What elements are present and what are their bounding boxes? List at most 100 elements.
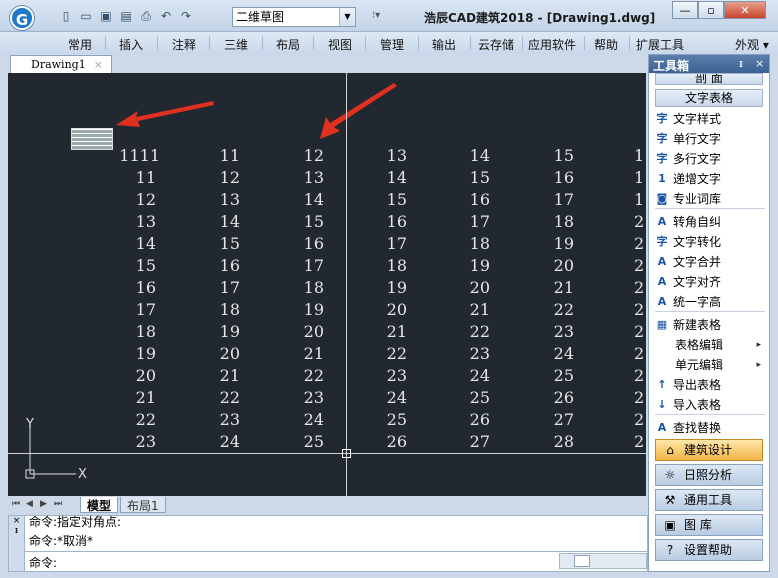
tab-drawing1[interactable]: Drawing1 × xyxy=(10,55,112,74)
toolbox-item[interactable]: ▦ 新建表格 xyxy=(655,315,765,335)
grid-cell: 11 xyxy=(135,168,156,187)
command-window-handle[interactable]: × ᵻ xyxy=(9,516,25,571)
toolbox-item[interactable]: 字单行文字 xyxy=(655,129,765,149)
grid-cell: 20 xyxy=(303,322,324,341)
menu-item-output[interactable]: 输出 xyxy=(432,36,456,53)
grid-cell: 2 xyxy=(634,366,645,385)
grid-cell: 24 xyxy=(303,410,324,429)
toolbox-item-label: 文字转化 xyxy=(673,235,722,249)
grid-cell: 18 xyxy=(553,212,574,231)
grid-cell: 2 xyxy=(634,234,645,253)
grid-cell: 16 xyxy=(386,212,407,231)
close-icon[interactable]: × xyxy=(755,57,764,70)
menu-item-help[interactable]: 帮助 xyxy=(594,36,618,53)
grid-cell: 23 xyxy=(303,388,324,407)
undo-icon[interactable]: ↶ xyxy=(158,8,174,24)
app-window: { "app": { "logo_letter": "G", "title": … xyxy=(0,0,778,578)
app-logo-icon[interactable]: G xyxy=(10,6,34,30)
last-layout-icon[interactable]: ⏭ xyxy=(54,499,62,509)
toolbox-item[interactable]: ↑ 导出表格 xyxy=(655,375,765,395)
new-file-icon[interactable]: ▯ xyxy=(58,8,74,24)
title-bar: G ▯ ▭ ▣ ▤ ⎙ ↶ ↷ 二维草图 ▼ ⁝▾ 浩辰CAD建筑2018 - … xyxy=(0,0,778,32)
sun-icon: ☼ xyxy=(664,468,676,482)
toolbox-item[interactable]: ◙ 专业词库 xyxy=(655,189,765,209)
cell-corner: 1111 xyxy=(119,146,160,165)
toolbox-item[interactable]: A 文字对齐 xyxy=(655,272,765,292)
category-button[interactable]: ☼ 日照分析 xyxy=(655,464,763,486)
drawing-canvas[interactable]: 1111 11 12 13 14 15 16 17 18 19 20 21 22 23 11 12 13 14 1… xyxy=(8,73,646,496)
grid-cell: 23 xyxy=(553,322,574,341)
toolbox-item[interactable]: A 文字合并 xyxy=(655,252,765,272)
tab-model[interactable]: 模型 xyxy=(80,497,119,513)
toolbox-item[interactable]: 字文字转化 xyxy=(655,232,765,252)
glossary-icon: ◙ xyxy=(656,192,668,205)
scroll-thumb[interactable] xyxy=(574,555,590,567)
open-file-icon[interactable]: ▭ xyxy=(78,8,94,24)
toolbox-item[interactable]: A 转角自纠 xyxy=(655,212,765,232)
appearance-menu[interactable]: 外观 ▾ xyxy=(735,36,769,53)
pin-icon[interactable]: ᵻ xyxy=(739,57,743,70)
grid-cell: 15 xyxy=(553,146,574,165)
workspace-select[interactable]: 二维草图 ▼ xyxy=(232,7,356,27)
menu-item-manage[interactable]: 管理 xyxy=(380,36,404,53)
category-button[interactable]: ⚒ 通用工具 xyxy=(655,489,763,511)
prev-layout-icon[interactable]: ◀ xyxy=(26,499,33,509)
menu-item-view[interactable]: 视图 xyxy=(328,36,352,53)
maximize-button[interactable]: ▫ xyxy=(698,1,724,19)
category-button[interactable]: ⌂ 建筑设计 xyxy=(655,439,763,461)
section-current[interactable]: 文字表格 xyxy=(655,89,763,107)
toolbox-item-label: 文字合并 xyxy=(673,255,722,269)
grid-cell: 2 xyxy=(634,256,645,275)
menu-item-annotate[interactable]: 注释 xyxy=(172,36,196,53)
toolbox-item[interactable]: 表格编辑 ▸ xyxy=(655,335,765,355)
next-layout-icon[interactable]: ▶ xyxy=(40,499,47,509)
window-title: 浩辰CAD建筑2018 - [Drawing1.dwg] xyxy=(424,11,656,25)
toolbox-item[interactable]: ↓ 导入表格 xyxy=(655,395,765,415)
save-as-icon[interactable]: ▤ xyxy=(118,8,134,24)
category-button[interactable]: ? 设置帮助 xyxy=(655,539,763,561)
redo-icon[interactable]: ↷ xyxy=(178,8,194,24)
grid-cell: 20 xyxy=(219,344,240,363)
qat-customize-icon[interactable]: ⁝▾ xyxy=(372,10,380,21)
chevron-right-icon: ▸ xyxy=(756,360,761,370)
grid-cell: 20 xyxy=(469,278,490,297)
menu-item-insert[interactable]: 插入 xyxy=(119,36,143,53)
command-scrollbar[interactable] xyxy=(559,553,647,569)
toolbox-item-label: 多行文字 xyxy=(673,152,722,166)
grid-cell: 22 xyxy=(553,300,574,319)
menu-item-home[interactable]: 常用 xyxy=(68,36,92,53)
save-icon[interactable]: ▣ xyxy=(98,8,114,24)
grid-cell: 23 xyxy=(135,432,156,451)
close-icon[interactable]: × xyxy=(94,58,103,71)
command-input[interactable]: 命令: xyxy=(25,551,647,571)
menu-item-3d[interactable]: 三维 xyxy=(224,36,248,53)
chevron-down-icon[interactable]: ▼ xyxy=(339,8,355,26)
menu-item-layout[interactable]: 布局 xyxy=(276,36,300,53)
toolbox-item[interactable]: 单元编辑 ▸ xyxy=(655,355,765,375)
menu-item-apps[interactable]: 应用软件 xyxy=(528,36,576,53)
print-icon[interactable]: ⎙ xyxy=(138,8,154,24)
toolbox-item-label: 导入表格 xyxy=(673,398,722,412)
toolbox-item[interactable]: 1 递增文字 xyxy=(655,169,765,189)
tab-layout1[interactable]: 布局1 xyxy=(120,497,166,513)
grid-cell: 12 xyxy=(135,190,156,209)
grid-cell: 14 xyxy=(135,234,156,253)
section-prev[interactable]: 剖 面 xyxy=(655,73,763,85)
menu-item-extensions[interactable]: 扩展工具 xyxy=(636,36,684,53)
minimize-button[interactable]: — xyxy=(672,1,698,19)
close-button[interactable]: ✕ xyxy=(724,1,766,19)
grid-cell: 22 xyxy=(219,388,240,407)
toolbox-item[interactable]: 字多行文字 xyxy=(655,149,765,169)
grid-cell: 17 xyxy=(469,212,490,231)
toolbox-item-label: 单行文字 xyxy=(673,132,722,146)
first-layout-icon[interactable]: ⏮ xyxy=(12,499,20,509)
category-button[interactable]: ▣ 图 库 xyxy=(655,514,763,536)
grid-cell: 18 xyxy=(303,278,324,297)
toolbox-item[interactable]: A 查找替换 xyxy=(655,418,765,438)
menu-item-cloud[interactable]: 云存储 xyxy=(478,36,514,53)
grid-cell: 14 xyxy=(303,190,324,209)
toolbox-item[interactable]: A 统一字高 xyxy=(655,292,765,312)
grid-cell: 13 xyxy=(135,212,156,231)
toolbox-item[interactable]: 字文字样式 xyxy=(655,109,765,129)
command-history-line: 命令:指定对角点: xyxy=(29,515,122,529)
